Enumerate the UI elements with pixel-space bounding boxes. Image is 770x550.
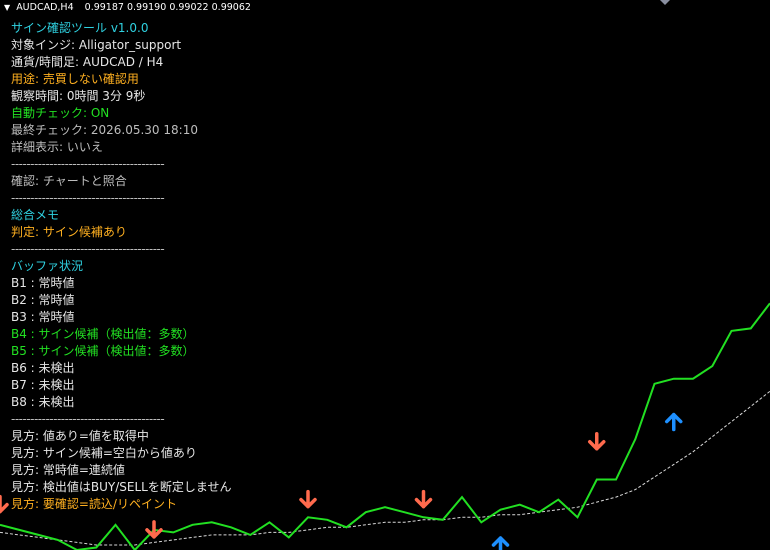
separator: ---------------------------------------- [11, 412, 165, 426]
buffer-item-b3: B3 : 常時値 [11, 310, 75, 324]
buffer-item-b5: B5 : サイン候補（検出値：多数） [11, 344, 195, 358]
chart-title-bar: ▼ AUDCAD,H4 0.99187 0.99190 0.99022 0.99… [0, 0, 251, 16]
buffer-item-b7: B7 : 未検出 [11, 378, 75, 392]
separator: ---------------------------------------- [11, 242, 165, 256]
note-item: 見方: 検出値はBUY/SELLを断定しません [11, 480, 232, 494]
sell-arrow-icon [299, 489, 317, 509]
quote-high: 0.99190 [126, 2, 167, 13]
auto-check-line: 自動チェック: ON [11, 106, 110, 120]
detail-line: 詳細表示: いいえ [11, 140, 103, 154]
quote-open: 0.99187 [84, 2, 124, 13]
note-item: 見方: 要確認=読込/リペイント [11, 497, 177, 511]
memo-heading: 総合メモ [11, 208, 60, 222]
collapse-triangle-icon[interactable]: ▼ [4, 3, 10, 12]
quote-close: 0.99062 [211, 2, 251, 13]
note-item: 見方: サイン候補=空白から値あり [11, 446, 197, 460]
chart-shift-marker-icon[interactable] [660, 0, 670, 5]
note-item: 見方: 常時値=連続値 [11, 463, 125, 477]
buy-arrow-icon [491, 536, 510, 550]
buffer-item-b2: B2 : 常時値 [11, 293, 75, 307]
sell-arrow-icon [0, 494, 9, 514]
info-panel: サイン確認ツール v1.0.0 対象インジ: Alligator_support… [11, 20, 271, 513]
symbol-label: AUDCAD,H4 [16, 2, 74, 13]
note-item: 見方: 値あり=値を取得中 [11, 429, 149, 443]
indicator-line: 対象インジ: Alligator_support [11, 38, 182, 52]
confirm-line: 確認: チャートと照合 [11, 174, 127, 188]
last-check-line: 最終チェック: 2026.05.30 18:10 [11, 123, 198, 137]
judge-line: 判定: サイン候補あり [11, 225, 127, 239]
buffer-item-b4: B4 : サイン候補（検出値：多数） [11, 327, 195, 341]
sell-arrow-icon [414, 489, 433, 509]
buffer-heading: バッファ状況 [11, 259, 84, 273]
sell-arrow-icon [588, 431, 606, 451]
panel-title: サイン確認ツール v1.0.0 [11, 21, 149, 35]
pair-timeframe-line: 通貨/時間足: AUDCAD / H4 [11, 55, 164, 69]
buffer-item-b8: B8 : 未検出 [11, 395, 75, 409]
buffer-item-b6: B6 : 未検出 [11, 361, 75, 375]
quote-low: 0.99022 [169, 2, 209, 13]
observe-time-line: 観察時間: 0時間 3分 9秒 [11, 89, 146, 103]
buffer-item-b1: B1 : 常時値 [11, 276, 75, 290]
separator: ---------------------------------------- [11, 191, 165, 205]
purpose-line: 用途: 売買しない確認用 [11, 72, 139, 86]
buy-arrow-icon [665, 412, 683, 432]
separator: ---------------------------------------- [11, 157, 165, 171]
